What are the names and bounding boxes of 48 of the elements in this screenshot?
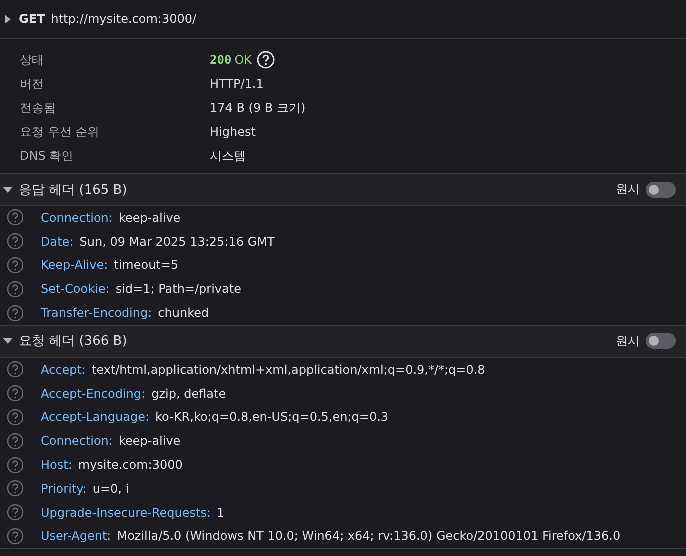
raw-label: 원시 [616, 332, 640, 350]
section-title: 응답 헤더 (165 B) [19, 182, 128, 198]
header-name: Date: [41, 234, 74, 249]
header-name: Accept-Encoding: [41, 386, 146, 401]
header-value: ko-KR,ko;q=0.8,en-US;q=0.5,en;q=0.3 [156, 410, 389, 424]
header-value: mysite.com:3000 [78, 458, 183, 472]
section-title: 요청 헤더 (366 B) [19, 333, 128, 350]
header-name: Host: [41, 458, 72, 472]
summary-label: 요청 우선 순위 [19, 124, 101, 140]
summary-label: DNS 확인 [19, 148, 75, 164]
header-value: timeout=5 [114, 258, 179, 272]
header-name: User-Agent: [41, 529, 112, 544]
raw-toggle[interactable] [646, 182, 676, 198]
raw-label: 원시 [616, 181, 640, 198]
header-value: keep-alive [118, 434, 181, 448]
header-value: sid=1; Path=/private [116, 282, 242, 296]
expand-arrow-icon[interactable] [4, 14, 12, 24]
request-url: http://mysite.com:3000/ [51, 12, 197, 26]
summary-label: 버전 [19, 76, 45, 92]
summary-label: 상태 [19, 52, 45, 68]
summary-label: 전송됨 [19, 100, 57, 116]
header-value: Mozilla/5.0 (Windows NT 10.0; Win64; x64; rv:136.0) Gecko/20100101 Firefox/136.0 [117, 529, 621, 544]
status-text: OK [234, 53, 252, 67]
header-name: Priority: [41, 482, 87, 496]
summary-value: Highest [210, 125, 256, 139]
header-name: Upgrade-Insecure-Requests: [41, 506, 212, 520]
header-name: Transfer-Encoding: [41, 306, 152, 320]
section-header[interactable]: 응답 헤더 (165 B) 원시 [0, 174, 686, 206]
header-name: Accept: [41, 362, 86, 377]
status-code: 200 [210, 53, 232, 67]
summary-value: 174 B (9 B 크기) [210, 100, 306, 116]
header-value: Sun, 09 Mar 2025 13:25:16 GMT [80, 234, 275, 249]
header-value: chunked [158, 306, 210, 320]
header-value: text/html,application/xhtml+xml,application/xml;q=0.9,*/*;q=0.8 [92, 362, 486, 377]
header-value: u=0, i [92, 482, 130, 496]
raw-toggle[interactable] [646, 333, 676, 350]
header-value: keep-alive [118, 210, 181, 225]
header-name: Connection: [41, 434, 113, 448]
header-value: gzip, deflate [152, 386, 226, 401]
summary-value: 시스템 [210, 148, 246, 164]
header-name: Keep-Alive: [41, 258, 108, 272]
request-method: GET [19, 12, 46, 26]
header-name: Accept-Language: [41, 410, 150, 424]
section-header[interactable]: 요청 헤더 (366 B) 원시 [0, 326, 686, 358]
header-name: Set-Cookie: [41, 282, 110, 296]
summary-value: HTTP/1.1 [210, 77, 264, 91]
header-name: Connection: [41, 210, 113, 225]
header-value: 1 [217, 506, 225, 520]
